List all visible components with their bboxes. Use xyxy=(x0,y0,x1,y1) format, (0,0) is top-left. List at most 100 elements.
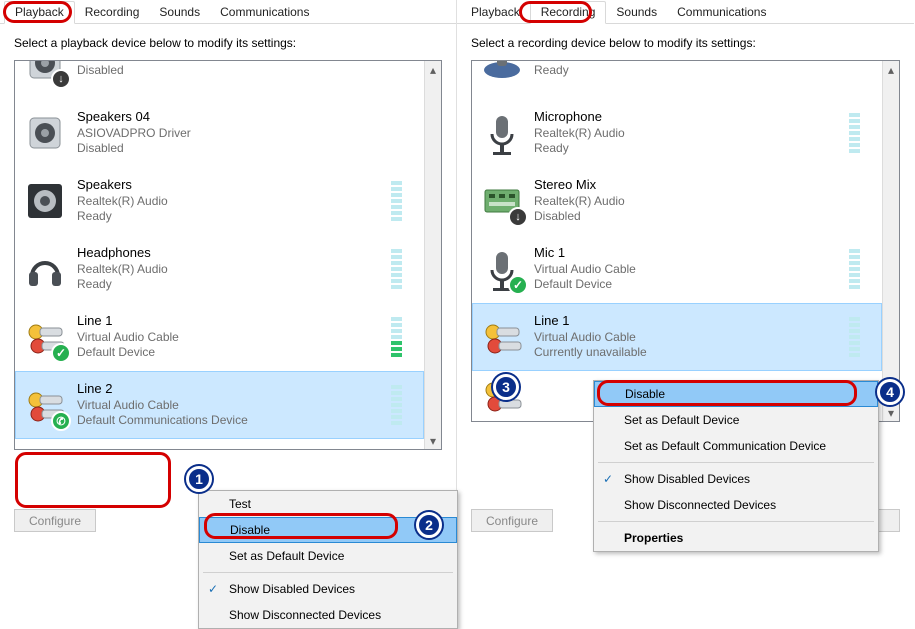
tab-sounds[interactable]: Sounds xyxy=(149,2,210,23)
device-row[interactable]: Microphone Realtek(R) Audio Ready xyxy=(472,99,882,167)
annotation-circle-1: 1 xyxy=(186,466,212,492)
headphones-icon xyxy=(21,245,69,293)
device-row[interactable]: Intel® Smart Sound Technology (Intel® SS… xyxy=(472,61,882,99)
menu-show-disabled[interactable]: ✓ Show Disabled Devices xyxy=(594,466,878,492)
device-driver: Virtual Audio Cable xyxy=(77,330,179,346)
device-row[interactable]: Mic 1 Virtual Audio Cable Default Device xyxy=(472,235,882,303)
default-badge-icon xyxy=(51,343,71,363)
level-meter xyxy=(849,249,860,289)
device-status: Default Device xyxy=(77,345,179,361)
menu-set-default[interactable]: Set as Default Device xyxy=(199,543,457,569)
device-row[interactable]: Headphones Realtek(R) Audio Ready xyxy=(15,235,424,303)
board-icon xyxy=(478,177,526,225)
menu-separator xyxy=(598,521,874,522)
configure-button[interactable]: Configure xyxy=(471,509,553,532)
level-meter xyxy=(849,113,860,153)
menu-separator xyxy=(598,462,874,463)
jack-icon xyxy=(478,313,526,361)
device-status: Currently unavailable xyxy=(534,345,647,361)
scrollbar[interactable]: ▴ ▾ xyxy=(424,61,441,449)
speaker-icon xyxy=(21,109,69,157)
device-name: Speakers 04 xyxy=(77,109,191,126)
tab-playback[interactable]: Playback xyxy=(461,2,530,23)
device-status: Disabled xyxy=(534,209,625,225)
device-list[interactable]: Intel® Smart Sound Technology (Intel® SS… xyxy=(471,60,900,422)
level-meter xyxy=(391,385,402,425)
device-status: Ready xyxy=(77,277,168,293)
tab-communications[interactable]: Communications xyxy=(667,2,776,23)
menu-show-disconnected[interactable]: Show Disconnected Devices xyxy=(594,492,878,518)
configure-button[interactable]: Configure xyxy=(14,509,96,532)
mic-icon xyxy=(478,109,526,157)
tab-communications[interactable]: Communications xyxy=(210,2,319,23)
level-meter xyxy=(391,317,402,357)
default-badge-icon xyxy=(508,275,528,295)
menu-label: Show Disabled Devices xyxy=(624,472,750,486)
tab-recording[interactable]: Recording xyxy=(530,1,607,24)
device-name: Speakers xyxy=(77,177,168,194)
recording-panel: Playback Recording Sounds Communications… xyxy=(457,0,914,542)
level-meter xyxy=(849,317,860,357)
context-menu[interactable]: Test Disable Set as Default Device ✓Show… xyxy=(198,490,458,629)
tabs: Playback Recording Sounds Communications xyxy=(0,0,456,24)
playback-panel: Playback Recording Sounds Communications… xyxy=(0,0,457,542)
menu-test[interactable]: Test xyxy=(199,491,457,517)
device-driver: Realtek(R) Audio xyxy=(77,194,168,210)
menu-set-default-comm[interactable]: Set as Default Communication Device xyxy=(594,433,878,459)
context-menu[interactable]: Disable Set as Default Device Set as Def… xyxy=(593,380,879,552)
menu-show-disabled[interactable]: ✓ Show Disabled Devices xyxy=(199,576,457,602)
device-row-selected[interactable]: Line 2 Virtual Audio Cable Default Commu… xyxy=(15,371,424,439)
tab-sounds[interactable]: Sounds xyxy=(606,2,667,23)
device-list[interactable]: ASIOVADPRO Driver Disabled Speakers 04 A… xyxy=(14,60,442,450)
mic-icon xyxy=(478,245,526,293)
scroll-up-icon[interactable]: ▴ xyxy=(425,61,441,78)
device-row[interactable]: Line 1 Virtual Audio Cable Default Devic… xyxy=(15,303,424,371)
menu-disable[interactable]: Disable xyxy=(594,381,878,407)
download-badge-icon xyxy=(51,69,71,89)
jack-icon xyxy=(21,313,69,361)
speakerbox-icon xyxy=(21,177,69,225)
comm-badge-icon xyxy=(51,411,71,431)
level-meter xyxy=(391,181,402,221)
device-row[interactable]: Speakers 04 ASIOVADPRO Driver Disabled xyxy=(15,99,424,167)
scroll-down-icon[interactable]: ▾ xyxy=(883,404,899,421)
menu-show-disconnected[interactable]: Show Disconnected Devices xyxy=(199,602,457,628)
tab-playback[interactable]: Playback xyxy=(4,1,75,24)
device-row[interactable]: ASIOVADPRO Driver Disabled xyxy=(15,61,424,99)
menu-set-default[interactable]: Set as Default Device xyxy=(594,407,878,433)
device-driver: Virtual Audio Cable xyxy=(534,262,636,278)
check-icon: ✓ xyxy=(205,582,221,596)
scroll-down-icon[interactable]: ▾ xyxy=(425,432,441,449)
menu-label: Show Disabled Devices xyxy=(229,582,355,596)
instruction-text: Select a recording device below to modif… xyxy=(457,24,914,56)
device-status: Default Device xyxy=(534,277,636,293)
tab-recording[interactable]: Recording xyxy=(75,2,150,23)
device-name: Microphone xyxy=(534,109,625,126)
device-status: Ready xyxy=(534,63,772,79)
level-meter xyxy=(391,249,402,289)
menu-properties[interactable]: Properties xyxy=(594,525,878,551)
download-badge-icon xyxy=(508,207,528,227)
device-row-selected[interactable]: Line 1 Virtual Audio Cable Currently una… xyxy=(472,303,882,371)
scrollbar[interactable]: ▴ ▾ xyxy=(882,61,899,421)
annotation-circle-4: 4 xyxy=(877,379,903,405)
check-icon: ✓ xyxy=(600,472,616,486)
device-status: Ready xyxy=(77,209,168,225)
device-driver: Realtek(R) Audio xyxy=(77,262,168,278)
instruction-text: Select a playback device below to modify… xyxy=(0,24,456,56)
device-driver: Virtual Audio Cable xyxy=(77,398,248,414)
device-driver: Virtual Audio Cable xyxy=(534,330,647,346)
device-row[interactable]: Speakers Realtek(R) Audio Ready xyxy=(15,167,424,235)
device-driver: Realtek(R) Audio xyxy=(534,126,625,142)
device-status: Disabled xyxy=(77,63,191,79)
scroll-up-icon[interactable]: ▴ xyxy=(883,61,899,78)
tabs: Playback Recording Sounds Communications xyxy=(457,0,914,24)
device-row[interactable]: Stereo Mix Realtek(R) Audio Disabled xyxy=(472,167,882,235)
annotation-circle-2: 2 xyxy=(416,512,442,538)
device-name: Mic 1 xyxy=(534,245,636,262)
menu-separator xyxy=(203,572,453,573)
device-name: Line 1 xyxy=(77,313,179,330)
device-status: Ready xyxy=(534,141,625,157)
speaker-icon xyxy=(21,61,69,87)
annotation-circle-3: 3 xyxy=(493,374,519,400)
